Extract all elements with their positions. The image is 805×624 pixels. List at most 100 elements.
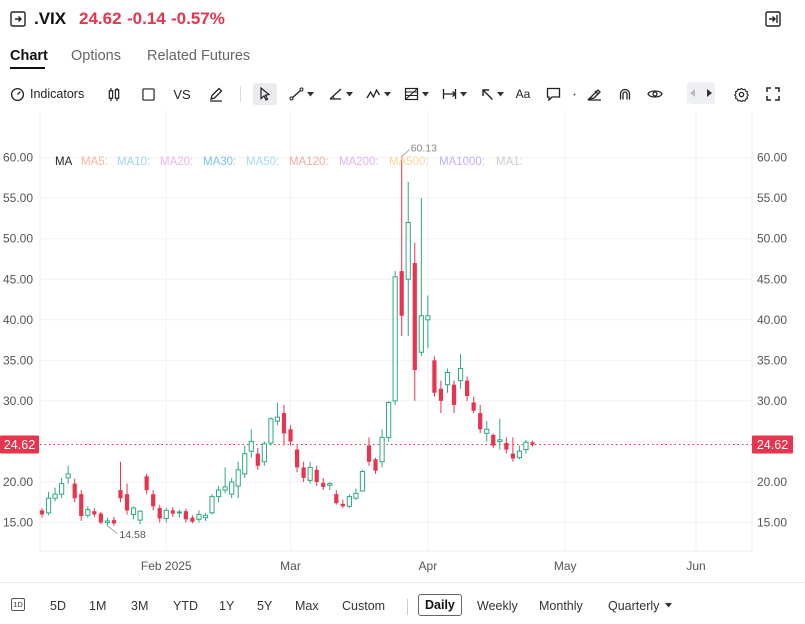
x-tick-label: May (554, 559, 577, 573)
y-tick-label-left: 20.00 (3, 475, 33, 489)
eraser-icon (586, 89, 601, 101)
tab-chart[interactable]: Chart (10, 48, 48, 64)
range-ytd[interactable]: YTD (173, 599, 198, 613)
measure-tool-button[interactable] (440, 83, 468, 105)
visibility-button[interactable] (645, 83, 665, 105)
y-tick-label-right: 40.00 (757, 313, 787, 327)
candle-body-down (281, 413, 287, 434)
x-tick-label: Feb 2025 (141, 559, 192, 573)
candle-body-down (183, 511, 188, 520)
y-tick-label-right: 45.00 (757, 272, 787, 286)
candle-body-up (163, 509, 169, 519)
chevron-down-icon (383, 91, 391, 96)
candle-body-down (432, 360, 437, 393)
interval-weekly[interactable]: Weekly (477, 599, 518, 613)
expand-panel-icon[interactable] (10, 11, 26, 27)
candle-body-up (346, 496, 352, 507)
text-tool-label: Aa (515, 87, 531, 101)
y-tick-label-left: 45.00 (3, 272, 33, 286)
indicators-label: Indicators (30, 87, 85, 101)
chevron-right-icon[interactable] (706, 89, 712, 97)
x-tick-label: Jun (686, 559, 705, 573)
gear-icon (733, 87, 749, 102)
interval-daily[interactable]: Daily (418, 594, 462, 616)
candle-body-down (471, 402, 476, 411)
range-custom[interactable]: Custom (342, 599, 385, 613)
magnet-button[interactable] (616, 83, 634, 105)
candle-body-down (301, 467, 306, 478)
more-tools-dot[interactable] (570, 83, 578, 105)
candle-body-up (392, 276, 398, 402)
hide-drawings-button[interactable] (585, 83, 603, 105)
candle-body-up (196, 513, 202, 520)
range-1m[interactable]: 1M (89, 599, 106, 613)
candle-body-down (438, 388, 444, 401)
range-1y[interactable]: 1Y (219, 599, 234, 613)
y-tick-label-left: 60.00 (3, 151, 33, 165)
range-max[interactable]: Max (295, 599, 319, 613)
candle-body-up (229, 481, 235, 495)
chevron-down-icon (421, 91, 429, 96)
collapse-panel-icon[interactable] (765, 11, 781, 27)
cursor-tool-button[interactable] (253, 83, 277, 105)
candle-body-down (366, 445, 372, 462)
tab-related-futures[interactable]: Related Futures (147, 48, 250, 64)
range-3m[interactable]: 3M (131, 599, 148, 613)
ma-legend-item: MA120: (289, 156, 329, 168)
y-tick-label-right: 20.00 (757, 475, 787, 489)
ticker-symbol: .VIX (34, 9, 67, 28)
candle-body-down (118, 490, 123, 499)
pencil-icon (210, 87, 223, 102)
arrow-tool-button[interactable] (478, 83, 506, 105)
settings-button[interactable] (731, 83, 751, 105)
rectangle-tool-button[interactable] (140, 83, 156, 105)
chevron-left-icon[interactable] (690, 89, 696, 97)
candle-type-button[interactable] (106, 83, 122, 105)
candle-body-down (504, 443, 509, 450)
eye-icon (647, 90, 663, 98)
candle-body-down (79, 494, 84, 517)
candle-body-down (491, 434, 496, 446)
y-axis-left: 60.0055.0050.0045.0040.0035.0030.0025.00… (3, 151, 33, 530)
compare-button[interactable]: VS (172, 83, 192, 105)
candle-body-down (294, 449, 300, 468)
range-5d[interactable]: 5D (50, 599, 66, 613)
interval-monthly[interactable]: Monthly (539, 599, 583, 613)
chevron-down-icon (306, 91, 314, 96)
range-5y[interactable]: 5Y (257, 599, 272, 613)
channel-tool-button[interactable] (326, 83, 354, 105)
trendline-icon (289, 87, 303, 101)
gauge-icon (10, 87, 25, 101)
ma-legend-item: MA20: (160, 156, 193, 168)
arrow-up-left-icon (481, 88, 493, 100)
candle-body-up (130, 507, 137, 515)
tab-options[interactable]: Options (71, 48, 121, 64)
candle-body-up (45, 497, 52, 514)
y-tick-label-left: 50.00 (3, 232, 33, 246)
y-tick-label-left: 30.00 (3, 394, 33, 408)
y-axis-right: 60.0055.0050.0045.0040.0035.0030.0025.00… (757, 151, 787, 530)
trendline-tool-button[interactable] (287, 83, 315, 105)
note-tool-button[interactable] (544, 83, 562, 105)
candle-body-up (261, 443, 267, 463)
text-tool-button[interactable]: Aa (514, 83, 532, 105)
price-chart[interactable]: Feb 2025 Mar Apr May Jun 60.00 55.00 50.00 45.0… (0, 110, 805, 580)
calendar-icon[interactable]: 1D (11, 598, 25, 611)
ma-legend-item: MA10: (117, 156, 150, 168)
pattern-tool-button[interactable] (364, 83, 392, 105)
candle-body-down (98, 513, 103, 523)
candle-body-up (379, 436, 385, 463)
candle-body-down (151, 494, 156, 507)
candle-body-down (144, 476, 149, 491)
fib-tool-button[interactable] (402, 83, 430, 105)
candle-body-down (478, 413, 483, 430)
ma-legend[interactable]: MA MA5: MA10: MA20: MA30: MA50: MA120: MA200: MA… (55, 156, 523, 168)
chevron-down-icon[interactable] (665, 603, 672, 608)
interval-quarterly[interactable]: Quarterly (608, 599, 659, 613)
indicators-button[interactable]: Indicators (10, 83, 84, 105)
high-marker-label: 60.13 (411, 143, 437, 155)
fullscreen-button[interactable] (763, 83, 783, 105)
candle-body-up (209, 496, 215, 514)
draw-tool-button[interactable] (207, 83, 225, 105)
candle-body-up (418, 315, 424, 353)
